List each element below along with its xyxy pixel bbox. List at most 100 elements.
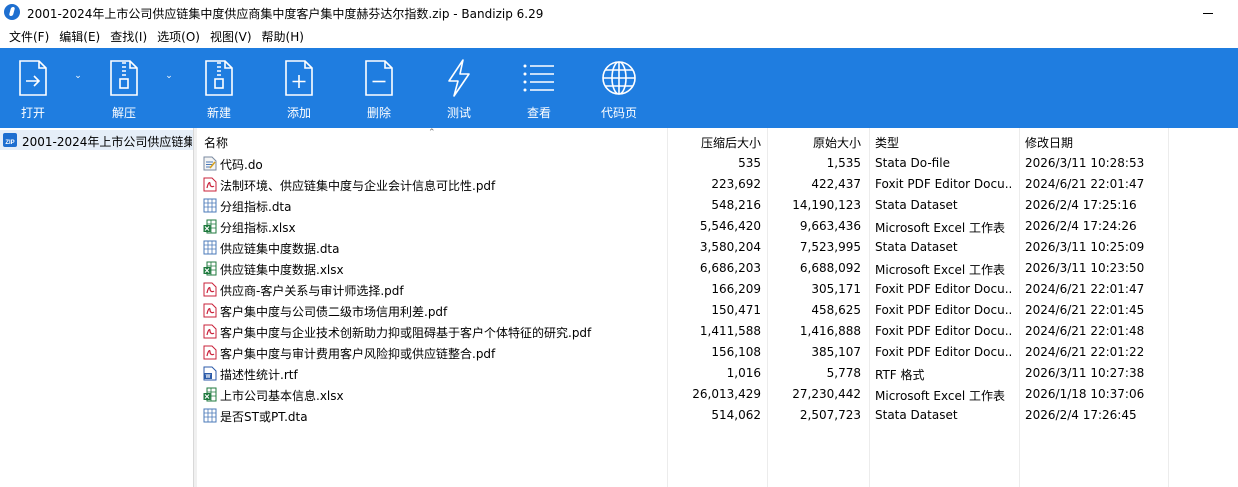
extract-button[interactable]: 解压 — [94, 48, 154, 128]
file-row[interactable]: 供应链集中度数据.xlsx 6,686,203 6,688,092 Microsoft… — [197, 258, 1238, 279]
file-row[interactable]: 法制环境、供应链集中度与企业会计信息可比性.pdf 223,692 422,437 F… — [197, 174, 1238, 195]
file-name: 法制环境、供应链集中度与企业会计信息可比性.pdf — [220, 179, 496, 193]
svg-text:W: W — [206, 374, 211, 380]
open-button[interactable]: 打开 — [3, 48, 63, 128]
view-button[interactable]: 查看 — [509, 48, 569, 128]
original-size: 5,778 — [826, 366, 861, 380]
add-label: 添加 — [286, 106, 311, 120]
file-name: 供应商-客户关系与审计师选择.pdf — [220, 284, 404, 298]
add-file-icon — [285, 60, 313, 96]
file-row[interactable]: 客户集中度与企业技术创新助力抑或阻碍基于客户个体特征的研究.pdf 1,411,5… — [197, 321, 1238, 342]
file-row[interactable]: 供应链集中度数据.dta 3,580,204 7,523,995 Stata Data… — [197, 237, 1238, 258]
menu-help[interactable]: 帮助(H) — [257, 26, 309, 48]
do-file-icon — [203, 156, 217, 171]
file-type: Stata Do-file — [875, 156, 950, 170]
open-icon — [19, 60, 47, 96]
file-row[interactable]: 分组指标.xlsx 5,546,420 9,663,436 Microsoft Exc… — [197, 216, 1238, 237]
menu-view[interactable]: 视图(V) — [205, 26, 257, 48]
compressed-size: 6,686,203 — [699, 261, 761, 275]
file-type: Microsoft Excel 工作表 — [875, 263, 1006, 277]
test-label: 测试 — [446, 106, 471, 120]
column-header-name[interactable]: 名称 — [204, 134, 228, 151]
folder-tree: ZIP 2001-2024年上市公司供应链集 — [0, 128, 193, 487]
menu-edit[interactable]: 编辑(E) — [54, 26, 105, 48]
column-header-modified[interactable]: 修改日期 — [1025, 134, 1073, 151]
tree-item-archive-root[interactable]: ZIP 2001-2024年上市公司供应链集 — [0, 130, 193, 150]
file-name: 描述性统计.rtf — [220, 368, 298, 382]
file-type: Foxit PDF Editor Docu... — [875, 345, 1011, 359]
column-header-compressed-size[interactable]: 压缩后大小 — [667, 134, 761, 151]
original-size: 1,416,888 — [799, 324, 861, 338]
extract-dropdown-chevron-icon[interactable]: ⌄ — [163, 70, 175, 82]
sort-ascending-icon: ⌃ — [428, 128, 436, 138]
original-size: 1,535 — [826, 156, 861, 170]
test-button[interactable]: 测试 — [429, 48, 489, 128]
file-row[interactable]: 客户集中度与审计费用客户风险抑或供应链整合.pdf 156,108 385,107 F… — [197, 342, 1238, 363]
menu-file[interactable]: 文件(F) — [4, 26, 54, 48]
dta-icon — [203, 198, 217, 213]
delete-button[interactable]: 删除 — [349, 48, 409, 128]
view-label: 查看 — [526, 106, 551, 120]
file-row[interactable]: 代码.do 535 1,535 Stata Do-file 2026/3/11 10:2… — [197, 153, 1238, 174]
file-type: Stata Dataset — [875, 408, 958, 422]
original-size: 14,190,123 — [792, 198, 861, 212]
compressed-size: 535 — [738, 156, 761, 170]
file-type: RTF 格式 — [875, 368, 925, 382]
window-title: 2001-2024年上市公司供应链集中度供应商集中度客户集中度赫芬达尔指数.zi… — [27, 7, 544, 21]
pdf-icon — [203, 345, 217, 360]
file-name: 客户集中度与审计费用客户风险抑或供应链整合.pdf — [220, 347, 496, 361]
compressed-size: 26,013,429 — [692, 387, 761, 401]
file-type: Stata Dataset — [875, 240, 958, 254]
compressed-size: 166,209 — [711, 282, 761, 296]
modified-date: 2026/3/11 10:25:09 — [1025, 240, 1145, 254]
open-dropdown-chevron-icon[interactable]: ⌄ — [72, 70, 84, 82]
add-button[interactable]: 添加 — [269, 48, 329, 128]
file-row[interactable]: 是否ST或PT.dta 514,062 2,507,723 Stata Dataset… — [197, 405, 1238, 426]
file-row[interactable]: 客户集中度与公司债二级市场信用利差.pdf 150,471 458,625 Foxit… — [197, 300, 1238, 321]
list-view-icon — [523, 64, 554, 92]
original-size: 305,171 — [811, 282, 861, 296]
file-type: Microsoft Excel 工作表 — [875, 221, 1006, 235]
modified-date: 2026/2/4 17:26:45 — [1025, 408, 1137, 422]
file-name: 供应链集中度数据.xlsx — [220, 263, 344, 277]
dta-icon — [203, 240, 217, 255]
menu-bar: 文件(F) 编辑(E) 查找(I) 选项(O) 视图(V) 帮助(H) — [0, 26, 1238, 48]
file-row[interactable]: W 描述性统计.rtf 1,016 5,778 RTF 格式 2026/3/11 10:2… — [197, 363, 1238, 384]
menu-find[interactable]: 查找(I) — [105, 26, 152, 48]
file-row[interactable]: 供应商-客户关系与审计师选择.pdf 166,209 305,171 Foxit PD… — [197, 279, 1238, 300]
original-size: 422,437 — [811, 177, 861, 191]
toolbar: 打开 ⌄ 解压 ⌄ 新建 添加 删除 测试 查看 代码页 — [0, 48, 1238, 128]
bandizip-app-icon — [4, 4, 20, 20]
compressed-size: 548,216 — [711, 198, 761, 212]
pdf-icon — [203, 282, 217, 297]
title-bar: 2001-2024年上市公司供应链集中度供应商集中度客户集中度赫芬达尔指数.zi… — [0, 0, 1238, 26]
file-type: Stata Dataset — [875, 198, 958, 212]
file-name: 代码.do — [220, 158, 263, 172]
compressed-size: 150,471 — [711, 303, 761, 317]
delete-file-icon — [365, 60, 393, 96]
compressed-size: 3,580,204 — [699, 240, 761, 254]
column-header-type[interactable]: 类型 — [875, 134, 899, 151]
column-header-original-size[interactable]: 原始大小 — [767, 134, 861, 151]
original-size: 385,107 — [811, 345, 861, 359]
file-type: Foxit PDF Editor Docu... — [875, 303, 1011, 317]
modified-date: 2024/6/21 22:01:45 — [1025, 303, 1145, 317]
compressed-size: 223,692 — [711, 177, 761, 191]
dta-icon — [203, 408, 217, 423]
file-row[interactable]: 分组指标.dta 548,216 14,190,123 Stata Dataset 20… — [197, 195, 1238, 216]
modified-date: 2026/2/4 17:24:26 — [1025, 219, 1137, 233]
new-archive-button[interactable]: 新建 — [189, 48, 249, 128]
file-name: 是否ST或PT.dta — [220, 410, 308, 424]
file-row[interactable]: 上市公司基本信息.xlsx 26,013,429 27,230,442 Microso… — [197, 384, 1238, 405]
excel-icon — [203, 219, 217, 234]
minimize-button[interactable] — [1186, 0, 1230, 26]
menu-options[interactable]: 选项(O) — [152, 26, 205, 48]
excel-icon — [203, 387, 217, 402]
extract-icon — [110, 60, 138, 96]
rtf-icon: W — [203, 366, 217, 381]
lightning-icon — [448, 59, 470, 97]
codepage-button[interactable]: 代码页 — [589, 48, 649, 128]
modified-date: 2024/6/21 22:01:47 — [1025, 282, 1145, 296]
excel-icon — [203, 261, 217, 276]
svg-text:ZIP: ZIP — [5, 140, 14, 146]
